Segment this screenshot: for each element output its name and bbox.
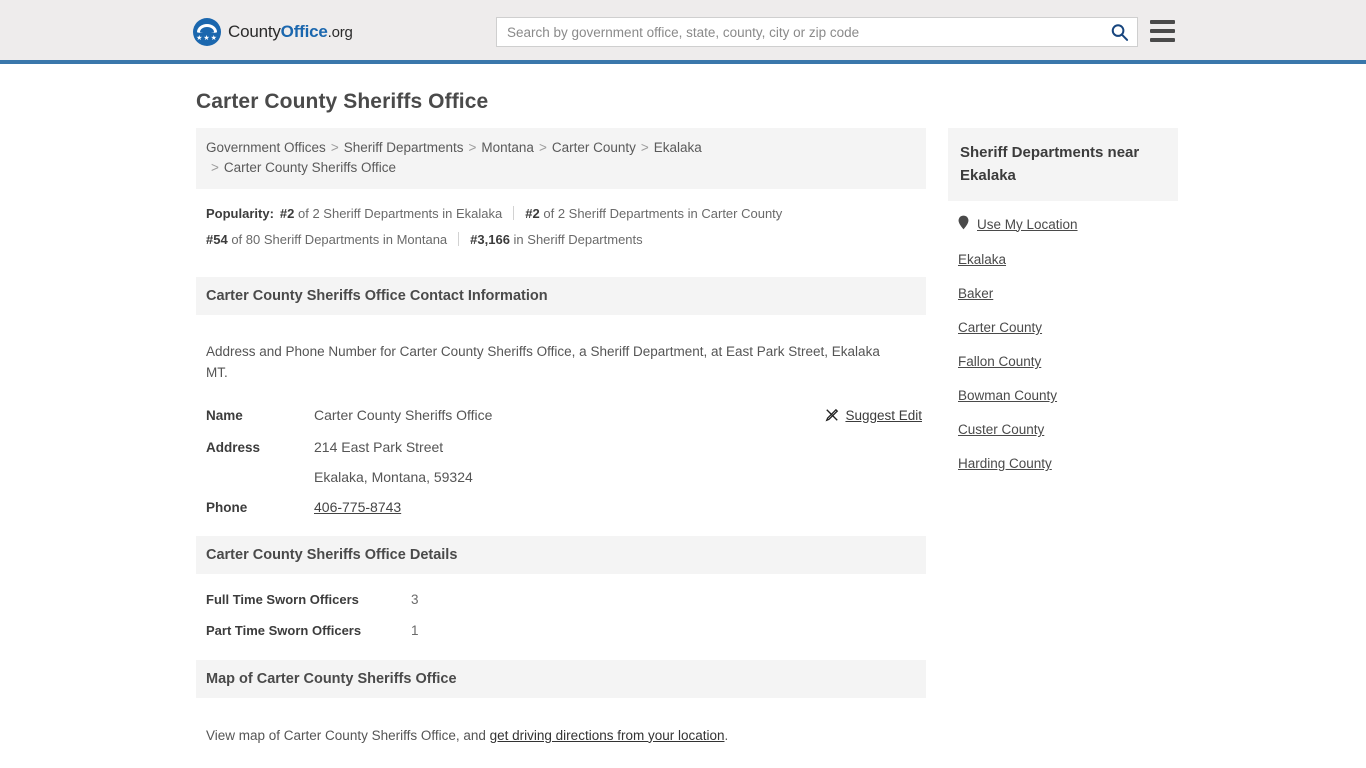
table-row: Full Time Sworn Officers 3 [196,584,926,615]
contact-value-phone-cell: 406-775-8743 [304,492,796,522]
popularity-item-2: #54 of 80 Sheriff Departments in Montana [206,232,447,247]
sidebar-link-4[interactable]: Bowman County [958,388,1057,403]
popularity-label: Popularity: [206,206,274,221]
sidebar-item-ekalaka[interactable]: Ekalaka [958,252,1178,267]
suggest-edit-label: Suggest Edit [845,408,922,423]
breadcrumb-item-4[interactable]: Ekalaka [654,140,702,155]
table-row: Address 214 East Park Street [196,432,926,462]
empty-cell [796,492,926,522]
details-key-part-time: Part Time Sworn Officers [206,623,362,638]
site-header: ★★★ CountyOffice.org [0,0,1366,64]
popularity-item-3: #3,166 in Sheriff Departments [470,232,643,247]
popularity-divider [513,206,515,220]
site-logo[interactable]: ★★★ CountyOffice.org [193,18,353,46]
breadcrumb-separator: > [211,160,219,175]
breadcrumb-separator: > [640,140,649,155]
contact-value-street: 214 East Park Street [314,439,444,455]
logo-wordmark: CountyOffice.org [228,22,353,42]
sidebar-item-custer-county[interactable]: Custer County [958,422,1178,437]
details-key-full-time: Full Time Sworn Officers [206,592,359,607]
sidebar-item-fallon-county[interactable]: Fallon County [958,354,1178,369]
breadcrumb-item-1[interactable]: Sheriff Departments [344,140,464,155]
contact-value-citystate: Ekalaka, Montana, 59324 [314,469,473,485]
contact-key-blank [196,462,304,492]
popularity-text-3: in Sheriff Departments [513,232,643,247]
search-bar[interactable] [496,17,1138,47]
popularity-text-2: of 80 Sheriff Departments in Montana [231,232,448,247]
sidebar-item-baker[interactable]: Baker [958,286,1178,301]
driving-directions-link[interactable]: get driving directions from your locatio… [490,728,725,743]
contact-section-heading: Carter County Sheriffs Office Contact In… [196,277,926,315]
logo-text-org: .org [327,24,353,41]
popularity-text-0: of 2 Sheriff Departments in Ekalaka [298,206,503,221]
sidebar-link-1[interactable]: Baker [958,286,993,301]
hamburger-menu-icon[interactable] [1150,20,1175,42]
sidebar-item-harding-county[interactable]: Harding County [958,456,1178,471]
contact-value-name: Carter County Sheriffs Office [314,407,493,423]
breadcrumb-separator: > [330,140,339,155]
breadcrumb: Government Offices > Sheriff Departments > M… [196,128,926,189]
sidebar-link-3[interactable]: Fallon County [958,354,1041,369]
popularity-item-1: #2 of 2 Sheriff Departments in Carter Co… [525,206,782,221]
phone-link[interactable]: 406-775-8743 [314,499,401,515]
sidebar-heading: Sheriff Departments near Ekalaka [948,128,1178,201]
contact-info-table: Name Carter County Sheriffs Office Sugge… [196,400,926,522]
breadcrumb-separator: > [538,140,547,155]
map-pin-icon [958,215,969,233]
sidebar-link-5[interactable]: Custer County [958,422,1044,437]
popularity-item-0: #2 of 2 Sheriff Departments in Ekalaka [280,206,502,221]
search-input[interactable] [497,18,1101,46]
sidebar-link-2[interactable]: Carter County [958,320,1042,335]
logo-text-office: Office [280,22,328,41]
contact-description: Address and Phone Number for Carter Coun… [206,343,880,380]
breadcrumb-item-2[interactable]: Montana [481,140,534,155]
popularity-rank-1: #2 [525,206,540,221]
sidebar-link-0[interactable]: Ekalaka [958,252,1006,267]
page-title: Carter County Sheriffs Office [196,90,489,113]
logo-text-county: County [228,22,281,41]
details-value-full-time: 3 [411,592,419,607]
empty-cell [796,432,926,462]
eagle-shield-logo-icon: ★★★ [193,18,221,46]
breadcrumb-separator: > [468,140,477,155]
sidebar-link-6[interactable]: Harding County [958,456,1052,471]
contact-key-address: Address [206,440,261,455]
table-row: Ekalaka, Montana, 59324 [196,462,926,492]
table-row: Name Carter County Sheriffs Office Sugge… [196,400,926,432]
empty-cell [796,462,926,492]
popularity-rank-2: #54 [206,232,228,247]
map-section-heading: Map of Carter County Sheriffs Office [196,660,926,698]
main-content: Government Offices > Sheriff Departments > M… [196,128,926,759]
breadcrumb-item-3[interactable]: Carter County [552,140,636,155]
breadcrumb-current: Carter County Sheriffs Office [223,160,396,175]
popularity-rank-0: #2 [279,206,295,221]
map-text-before: View map of Carter County Sheriffs Offic… [206,727,490,743]
map-description: View map of Carter County Sheriffs Offic… [196,712,926,746]
contact-key-phone: Phone [206,500,248,515]
popularity-divider [458,232,460,246]
details-section-heading: Carter County Sheriffs Office Details [196,536,926,574]
sidebar-item-use-my-location[interactable]: Use My Location [958,215,1178,233]
popularity-text-1: of 2 Sheriff Departments in Carter Count… [543,206,783,221]
use-my-location-link[interactable]: Use My Location [977,217,1078,232]
sidebar-item-carter-county[interactable]: Carter County [958,320,1178,335]
table-row: Part Time Sworn Officers 1 [196,615,926,646]
search-button[interactable] [1101,18,1137,46]
edit-pencil-icon [825,408,839,425]
sidebar-list: Use My Location Ekalaka Baker Carter Cou… [948,201,1178,471]
map-text-after: . [724,727,729,743]
sidebar-item-bowman-county[interactable]: Bowman County [958,388,1178,403]
search-icon [1111,23,1128,41]
suggest-edit-cell: Suggest Edit [796,400,926,432]
details-table: Full Time Sworn Officers 3 Part Time Swo… [196,584,926,646]
breadcrumb-item-0[interactable]: Government Offices [206,140,326,155]
suggest-edit-link[interactable]: Suggest Edit [825,408,922,423]
table-row: Phone 406-775-8743 [196,492,926,522]
page-body: Carter County Sheriffs Office Government… [0,90,1366,759]
contact-key-name: Name [206,408,243,423]
details-value-part-time: 1 [411,623,419,638]
popularity-rank-3: #3,166 [470,232,510,247]
sidebar: Sheriff Departments near Ekalaka Use My … [948,128,1178,490]
popularity-section: Popularity: #2 of 2 Sheriff Departments i… [196,189,926,263]
